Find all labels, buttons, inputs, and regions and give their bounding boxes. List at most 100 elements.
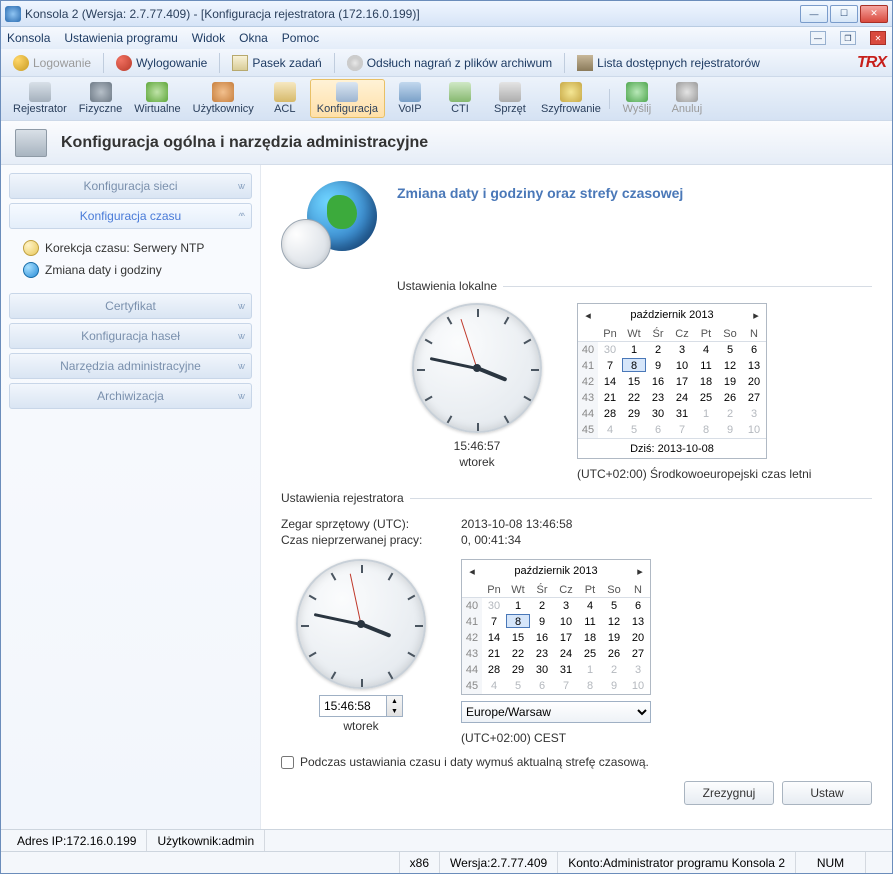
tab-szyfrowanie[interactable]: Szyfrowanie [535, 80, 607, 117]
cal-day[interactable]: 20 [626, 630, 650, 646]
cal-day[interactable]: 30 [598, 342, 622, 358]
cal-day[interactable]: 12 [718, 358, 742, 374]
sidebar-item-czas[interactable]: Konfiguracja czasu^^ [9, 203, 252, 229]
tab-voip[interactable]: VoIP [385, 80, 435, 117]
timezone-select[interactable]: Europe/Warsaw [461, 701, 651, 723]
time-input[interactable] [319, 695, 387, 717]
taskbar-button[interactable]: Pasek zadań [226, 53, 327, 73]
cal-day[interactable]: 28 [482, 662, 506, 678]
titlebar[interactable]: Konsola 2 (Wersja: 2.7.77.409) - [Konfig… [1, 1, 892, 27]
cal-day[interactable]: 4 [598, 422, 622, 438]
sidebar-item-siec[interactable]: Konfiguracja siecivv [9, 173, 252, 199]
cal-day[interactable]: 17 [554, 630, 578, 646]
cal-day[interactable]: 8 [506, 614, 530, 628]
cal-prev-icon[interactable]: ◂ [584, 309, 592, 322]
cal-day[interactable]: 3 [742, 406, 766, 422]
force-timezone-checkbox[interactable] [281, 756, 294, 769]
cal-day[interactable]: 27 [626, 646, 650, 662]
cal-day[interactable]: 9 [602, 678, 626, 694]
cal-day[interactable]: 30 [482, 598, 506, 614]
tab-acl[interactable]: ACL [260, 80, 310, 117]
cal-day[interactable]: 25 [694, 390, 718, 406]
cal-day[interactable]: 19 [718, 374, 742, 390]
cal-day[interactable]: 8 [694, 422, 718, 438]
cal-day[interactable]: 6 [742, 342, 766, 358]
cal-day[interactable]: 9 [718, 422, 742, 438]
cal-day[interactable]: 2 [530, 598, 554, 614]
tab-wirtualne[interactable]: Wirtualne [128, 80, 186, 117]
cal-day[interactable]: 22 [506, 646, 530, 662]
tab-cti[interactable]: CTI [435, 80, 485, 117]
cal-day[interactable]: 11 [694, 358, 718, 374]
cal-day[interactable]: 16 [646, 374, 670, 390]
cal-day[interactable]: 16 [530, 630, 554, 646]
tab-konfiguracja[interactable]: Konfiguracja [310, 79, 385, 118]
cal-day[interactable]: 1 [622, 342, 646, 358]
sidebar-subitem-datetime[interactable]: Zmiana daty i godziny [9, 259, 252, 281]
spin-up-icon[interactable]: ▲ [387, 696, 402, 706]
cal-prev-icon[interactable]: ◂ [468, 565, 476, 578]
cal-day[interactable]: 2 [718, 406, 742, 422]
mdi-minimize-button[interactable]: — [810, 31, 826, 45]
cal-day[interactable]: 12 [602, 614, 626, 630]
cal-day[interactable]: 4 [578, 598, 602, 614]
cal-day[interactable]: 15 [622, 374, 646, 390]
cal-day[interactable]: 14 [482, 630, 506, 646]
cal-day[interactable]: 30 [530, 662, 554, 678]
maximize-button[interactable]: ☐ [830, 5, 858, 23]
cal-day[interactable]: 7 [482, 614, 506, 630]
recorders-list-button[interactable]: Lista dostępnych rejestratorów [571, 53, 766, 73]
cal-day[interactable]: 20 [742, 374, 766, 390]
cancel-button[interactable]: Zrezygnuj [684, 781, 774, 805]
menu-widok[interactable]: Widok [192, 31, 225, 45]
cal-day[interactable]: 10 [670, 358, 694, 374]
menu-okna[interactable]: Okna [239, 31, 268, 45]
cal-day[interactable]: 13 [626, 614, 650, 630]
archive-playback-button[interactable]: Odsłuch nagrań z plików archiwum [341, 53, 558, 73]
cal-day[interactable]: 22 [622, 390, 646, 406]
cal-day[interactable]: 7 [598, 358, 622, 374]
cal-day[interactable]: 1 [578, 662, 602, 678]
cal-day[interactable]: 9 [646, 358, 670, 374]
cal-day[interactable]: 10 [554, 614, 578, 630]
cal-day[interactable]: 14 [598, 374, 622, 390]
cal-day[interactable]: 11 [578, 614, 602, 630]
cal-day[interactable]: 26 [602, 646, 626, 662]
cal-today[interactable]: Dziś: 2013-10-08 [578, 438, 766, 458]
cal-day[interactable]: 5 [718, 342, 742, 358]
cal-day[interactable]: 3 [626, 662, 650, 678]
cal-day[interactable]: 17 [670, 374, 694, 390]
sidebar-item-hasla[interactable]: Konfiguracja hasełvv [9, 323, 252, 349]
cal-day[interactable]: 13 [742, 358, 766, 374]
time-spinner[interactable]: ▲▼ [387, 695, 403, 717]
cal-day[interactable]: 6 [646, 422, 670, 438]
cal-day[interactable]: 5 [602, 598, 626, 614]
set-button[interactable]: Ustaw [782, 781, 872, 805]
spin-down-icon[interactable]: ▼ [387, 706, 402, 716]
cal-day[interactable]: 29 [506, 662, 530, 678]
cal-day[interactable]: 6 [530, 678, 554, 694]
cal-day[interactable]: 5 [622, 422, 646, 438]
cal-day[interactable]: 29 [622, 406, 646, 422]
cal-day[interactable]: 21 [482, 646, 506, 662]
cal-day[interactable]: 31 [670, 406, 694, 422]
cal-day[interactable]: 10 [626, 678, 650, 694]
menu-ustawienia[interactable]: Ustawienia programu [64, 31, 177, 45]
menu-konsola[interactable]: Konsola [7, 31, 50, 45]
local-calendar[interactable]: ◂październik 2013▸PnWtŚrCzPtSoN403012345… [577, 303, 767, 459]
sidebar-item-narzedzia[interactable]: Narzędzia administracyjnevv [9, 353, 252, 379]
cal-day[interactable]: 18 [578, 630, 602, 646]
cal-day[interactable]: 27 [742, 390, 766, 406]
cal-day[interactable]: 23 [646, 390, 670, 406]
cal-day[interactable]: 4 [482, 678, 506, 694]
cal-day[interactable]: 8 [578, 678, 602, 694]
sidebar-subitem-ntp[interactable]: Korekcja czasu: Serwery NTP [9, 237, 252, 259]
cal-day[interactable]: 15 [506, 630, 530, 646]
cal-day[interactable]: 26 [718, 390, 742, 406]
cal-day[interactable]: 30 [646, 406, 670, 422]
mdi-restore-button[interactable]: ❐ [840, 31, 856, 45]
cal-day[interactable]: 23 [530, 646, 554, 662]
tab-rejestrator[interactable]: Rejestrator [7, 80, 73, 117]
cal-day[interactable]: 2 [646, 342, 670, 358]
close-button[interactable]: ✕ [860, 5, 888, 23]
